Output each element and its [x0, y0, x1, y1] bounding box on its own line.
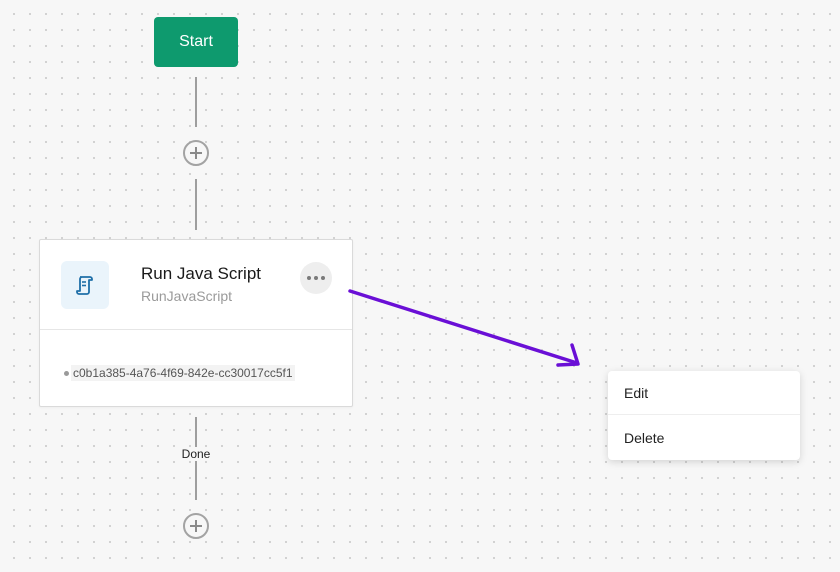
step-id: c0b1a385-4a76-4f69-842e-cc30017cc5f1 — [64, 365, 295, 381]
step-subtitle: RunJavaScript — [141, 288, 233, 304]
dot — [307, 276, 311, 280]
context-menu: Edit Delete — [608, 371, 800, 460]
add-step-button[interactable] — [183, 513, 209, 539]
step-id-text: c0b1a385-4a76-4f69-842e-cc30017cc5f1 — [71, 365, 295, 381]
done-label: Done — [172, 447, 220, 461]
add-step-button[interactable] — [183, 140, 209, 166]
script-scroll-icon — [61, 261, 109, 309]
menu-item-edit[interactable]: Edit — [608, 371, 800, 415]
connector-line — [195, 77, 197, 127]
dot — [321, 276, 325, 280]
step-title: Run Java Script — [141, 264, 261, 283]
more-options-button[interactable] — [300, 262, 332, 294]
id-bullet — [64, 370, 69, 376]
dot — [314, 276, 318, 280]
step-card-run-javascript[interactable]: Run Java Script RunJavaScript c0b1a385-4… — [39, 239, 353, 407]
start-node[interactable]: Start — [154, 17, 238, 67]
menu-item-delete[interactable]: Delete — [608, 416, 800, 460]
connector-line — [195, 179, 197, 230]
card-header: Run Java Script RunJavaScript — [40, 240, 352, 330]
